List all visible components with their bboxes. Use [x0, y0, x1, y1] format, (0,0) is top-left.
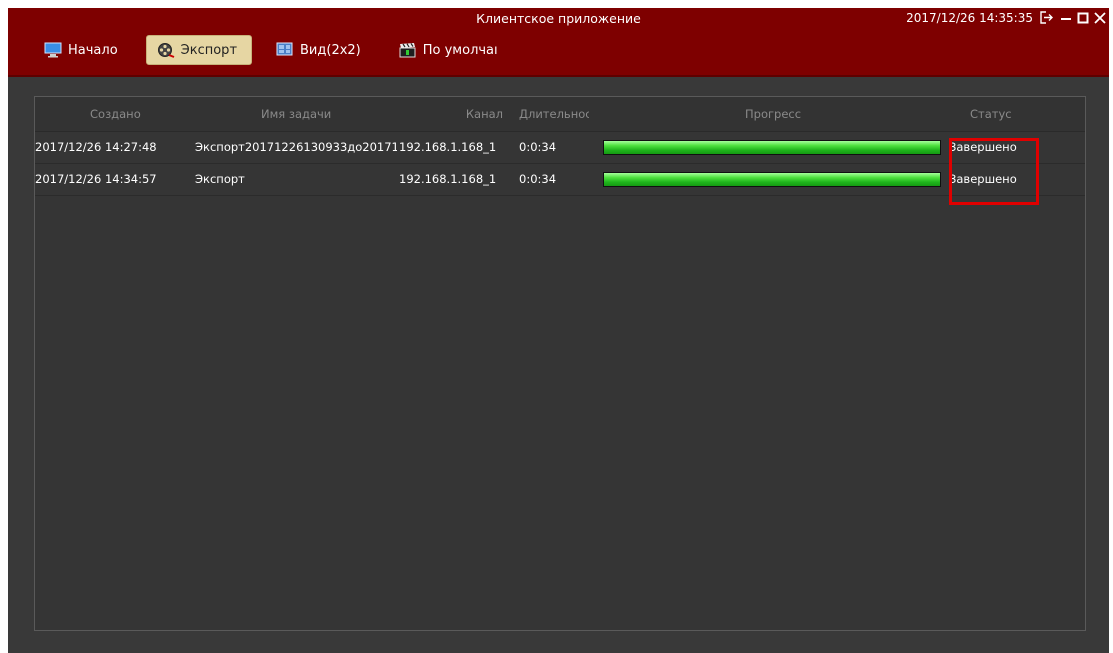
- progress-fill: [604, 173, 940, 186]
- cell-duration: 0:0:34: [519, 140, 557, 154]
- status-highlight-box: [949, 138, 1039, 205]
- table-header: Создано Имя задачи Канал Длительност Про…: [35, 97, 1085, 132]
- tab-default-label: По умолчаı: [422, 42, 498, 58]
- titlebar: Клиентское приложение 2017/12/26 14:35:3…: [8, 8, 1109, 77]
- view-grid-icon: [276, 42, 294, 58]
- clapperboard-icon: [399, 42, 417, 58]
- cell-task-name: Экспорт20171226130933до201712...: [195, 140, 397, 154]
- main-tabs: Начало Экспорт Вид(2x2) По умолчаı: [34, 35, 501, 65]
- cell-created: 2017/12/26 14:27:48: [35, 140, 157, 154]
- column-task-name[interactable]: Имя задачи: [261, 97, 381, 131]
- clock: 2017/12/26 14:35:35: [906, 11, 1033, 25]
- column-created[interactable]: Создано: [90, 97, 180, 131]
- film-reel-icon: [157, 42, 175, 58]
- app-window: Клиентское приложение 2017/12/26 14:35:3…: [8, 8, 1109, 653]
- column-channel[interactable]: Канал: [443, 97, 503, 131]
- maximize-icon[interactable]: [1074, 9, 1091, 26]
- close-icon[interactable]: [1091, 9, 1108, 26]
- column-status[interactable]: Статус: [970, 97, 1030, 131]
- export-task-table: Создано Имя задачи Канал Длительност Про…: [34, 96, 1086, 631]
- column-progress[interactable]: Прогресс: [745, 97, 825, 131]
- progress-fill: [604, 141, 940, 154]
- tab-export[interactable]: Экспорт: [145, 35, 253, 65]
- cell-created: 2017/12/26 14:34:57: [35, 172, 157, 186]
- progress-bar: [603, 140, 941, 155]
- cell-task-name: Экспорт: [195, 172, 245, 186]
- tab-view-label: Вид(2x2): [300, 42, 361, 58]
- cell-duration: 0:0:34: [519, 172, 557, 186]
- tab-home[interactable]: Начало: [34, 35, 132, 65]
- cell-channel: 192.168.1.168_1: [399, 140, 497, 154]
- logout-icon[interactable]: [1038, 9, 1055, 26]
- tab-view-2x2[interactable]: Вид(2x2): [266, 35, 375, 65]
- cell-channel: 192.168.1.168_1: [399, 172, 497, 186]
- minimize-icon[interactable]: [1057, 9, 1074, 26]
- table-row[interactable]: 2017/12/26 14:27:48 Экспорт2017122613093…: [35, 132, 1085, 164]
- monitor-icon: [44, 42, 62, 58]
- column-duration[interactable]: Длительност: [519, 97, 589, 131]
- progress-bar: [603, 172, 941, 187]
- tab-home-label: Начало: [68, 42, 118, 58]
- tab-default[interactable]: По умолчаı: [389, 35, 501, 65]
- table-row[interactable]: 2017/12/26 14:34:57 Экспорт 192.168.1.16…: [35, 164, 1085, 196]
- tab-export-label: Экспорт: [180, 42, 238, 58]
